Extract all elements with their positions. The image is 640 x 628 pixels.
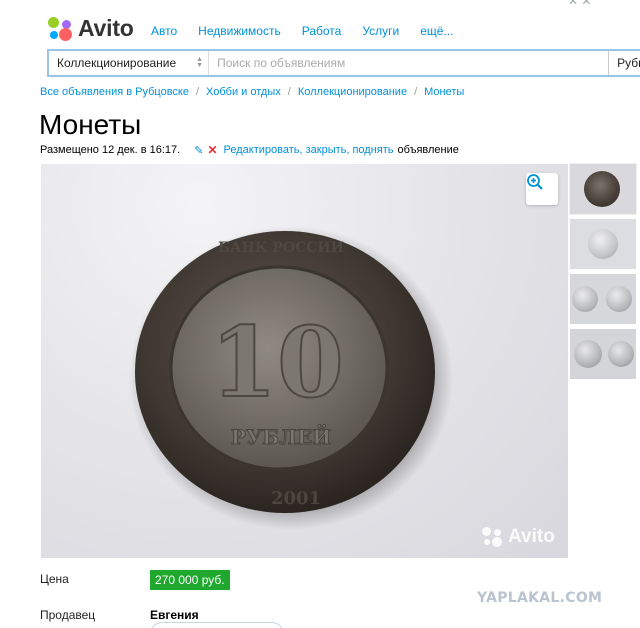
thumbnail-1[interactable] xyxy=(570,164,636,214)
breadcrumb-coins[interactable]: Монеты xyxy=(424,86,464,98)
seller-label: Продавец xyxy=(40,608,96,622)
city-select[interactable]: Рубц xyxy=(609,51,640,75)
category-select[interactable]: Коллекционирование ▲ ▼ xyxy=(49,51,210,75)
edit-suffix: объявление xyxy=(397,144,459,156)
coin-image: 10 РУБЛЕЙ 2001 БАНК РОССИИ xyxy=(129,226,453,530)
avito-logo[interactable]: Avito xyxy=(47,15,134,42)
nav-item-auto[interactable]: Авто xyxy=(151,24,177,38)
seller-name[interactable]: Евгения xyxy=(150,608,199,622)
watermark-logo-icon xyxy=(481,526,503,548)
listing-meta: Размещено 12 дек. в 16:17. ✎ ✕ Редактиро… xyxy=(40,143,459,157)
search-bar: Коллекционирование ▲▼ Рубц xyxy=(47,49,640,77)
city-select-value: Рубц xyxy=(617,56,640,70)
price-badge: 270 000 руб. xyxy=(150,570,230,590)
thumbnail-3[interactable] xyxy=(570,274,636,324)
thumbnail-4[interactable] xyxy=(570,329,636,379)
breadcrumb-hobby[interactable]: Хобби и отдых xyxy=(206,86,281,98)
thumbnail-list xyxy=(570,164,638,384)
page-title: Монеты xyxy=(39,109,142,140)
breadcrumb: Все объявления в Рубцовске / Хобби и отд… xyxy=(40,86,465,98)
cross-icon[interactable]: ✕ xyxy=(207,143,217,157)
breadcrumb-all-listings[interactable]: Все объявления в Рубцовске xyxy=(40,86,189,98)
nav-item-services[interactable]: Услуги xyxy=(362,24,399,38)
close-icon[interactable]: ✕ ✕ xyxy=(568,0,591,8)
posted-date: Размещено 12 дек. в 16:17. xyxy=(40,144,181,156)
nav-item-more[interactable]: ещё... xyxy=(420,24,453,38)
pencil-icon[interactable]: ✎ xyxy=(194,144,203,157)
nav-item-jobs[interactable]: Работа xyxy=(302,24,342,38)
top-nav: Авто Недвижимость Работа Услуги ещё... xyxy=(151,24,474,38)
watermark-text: Avito xyxy=(508,526,555,547)
thumbnail-2[interactable] xyxy=(570,219,636,269)
site-watermark: YAPLAKAL.COM xyxy=(477,590,603,606)
breadcrumb-collecting[interactable]: Коллекционирование xyxy=(298,86,407,98)
search-input[interactable] xyxy=(209,51,610,75)
coin-rim-text: БАНК РОССИИ xyxy=(218,240,344,256)
price-label: Цена xyxy=(40,572,69,586)
logo-dots-icon xyxy=(47,16,73,42)
main-photo[interactable]: 10 РУБЛЕЙ 2001 БАНК РОССИИ Avito xyxy=(41,164,568,558)
zoom-in-icon xyxy=(527,174,543,190)
nav-item-realty[interactable]: Недвижимость xyxy=(198,24,281,38)
coin-rubles: РУБЛЕЙ xyxy=(231,423,331,449)
coin-denomination: 10 xyxy=(210,306,344,419)
coin-year: 2001 xyxy=(271,488,321,509)
category-select-value: Коллекционирование xyxy=(57,56,177,70)
contact-seller-button[interactable] xyxy=(150,622,284,628)
logo-text: Avito xyxy=(78,15,134,41)
zoom-button[interactable] xyxy=(526,173,558,205)
select-arrows-icon: ▲ ▼ xyxy=(196,56,204,69)
edit-listing-link[interactable]: Редактировать, закрыть, поднять xyxy=(224,144,394,156)
avito-watermark: Avito xyxy=(481,526,555,548)
